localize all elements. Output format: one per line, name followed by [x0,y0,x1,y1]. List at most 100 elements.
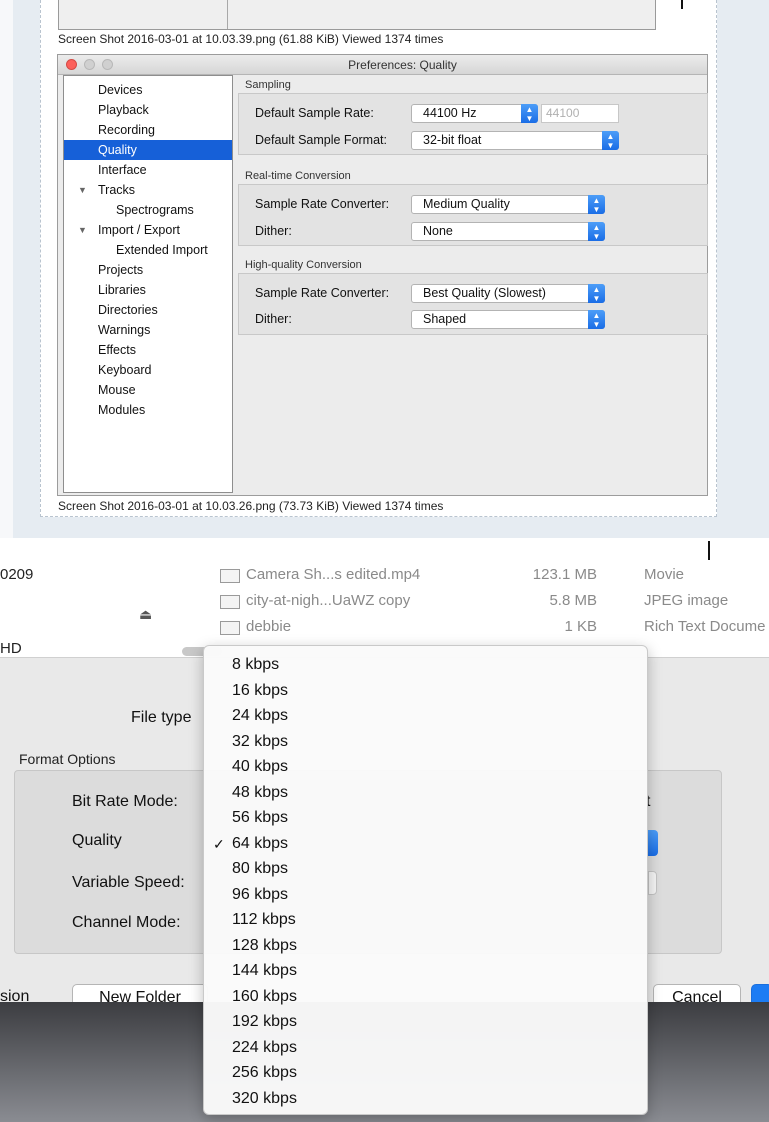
sidebar-hd-label[interactable]: HD [0,640,22,657]
sidebar-item-label: Spectrograms [116,203,194,217]
sidebar-item-devices[interactable]: Devices [64,80,232,100]
sample-rate-field[interactable]: 44100 [541,104,619,123]
file-name[interactable]: Camera Sh...s edited.mp4 [246,566,420,583]
highquality-converter-value: Best Quality (Slowest) [423,286,546,300]
realtime-group-label: Real-time Conversion [245,170,351,182]
sidebar-item-label: Warnings [98,323,151,337]
sidebar-item-effects[interactable]: Effects [64,340,232,360]
menu-item-label: 48 kbps [232,783,289,801]
sidebar-item-modules[interactable]: Modules [64,400,232,420]
menu-item-label: 144 kbps [232,962,297,979]
menu-item-96-kbps[interactable]: 96 kbps [204,883,647,907]
sidebar-item-mouse[interactable]: Mouse [64,380,232,400]
sidebar-item-import-export[interactable]: ▼ Import / Export [64,220,232,240]
menu-item-16-kbps[interactable]: 16 kbps [204,679,647,703]
highquality-dither-select[interactable]: Shaped ▲ ▼ [411,310,605,329]
menu-item-label: 56 kbps [232,809,289,826]
disclosure-triangle-icon[interactable]: ▼ [78,180,87,200]
stepper-icon: ▲ ▼ [588,284,605,303]
menu-item-256-kbps[interactable]: 256 kbps [204,1061,647,1085]
file-kind: Rich Text Docume [644,618,766,635]
default-sample-rate-select[interactable]: 44100 Hz ▲ ▼ [411,104,538,123]
sidebar-item-spectrograms[interactable]: Spectrograms [64,200,232,220]
menu-item-label: 16 kbps [232,681,289,699]
menu-item-label: 320 kbps [232,1089,297,1107]
menu-item-label: 32 kbps [232,732,289,750]
file-size: 1 KB [564,618,597,635]
sidebar-item-tracks[interactable]: ▼ Tracks [64,180,232,200]
sidebar-item-label: Recording [98,123,155,137]
sidebar-item-playback[interactable]: Playback [64,100,232,120]
stepper-icon: ▲ ▼ [588,222,605,241]
menu-item-label: 160 kbps [232,987,297,1005]
sidebar-item-label: Libraries [98,283,146,297]
file-kind: JPEG image [644,592,729,609]
checkmark-icon: ✓ [213,835,225,852]
sidebar-item-keyboard[interactable]: Keyboard [64,360,232,380]
sidebar-item-label: Extended Import [116,243,208,257]
previous-attachment-divider [227,0,228,29]
eject-icon[interactable]: ⏏ [139,606,152,623]
menu-item-112-kbps[interactable]: 112 kbps [204,908,647,932]
sidebar-item-recording[interactable]: Recording [64,120,232,140]
stepper-icon: ▲ ▼ [588,310,605,329]
default-sample-format-select[interactable]: 32-bit float ▲ ▼ [411,131,619,150]
sidebar-item-label: Quality [98,143,137,157]
sidebar-item-directories[interactable]: Directories [64,300,232,320]
highquality-group-label: High-quality Conversion [245,259,362,271]
file-name[interactable]: debbie [246,618,291,635]
bit-rate-popup-menu: 8 kbps 16 kbps 24 kbps 32 kbps 40 kbps 48 kbp… [203,645,648,1115]
realtime-converter-label: Sample Rate Converter: [255,197,390,211]
menu-item-320-kbps[interactable]: 320 kbps [204,1087,647,1111]
sidebar-item-label: Effects [98,343,136,357]
menu-item-label: 96 kbps [232,885,289,903]
menu-item-24-kbps[interactable]: 24 kbps [204,704,647,728]
default-sample-format-value: 32-bit float [423,133,482,147]
menu-item-64-kbps[interactable]: ✓ 64 kbps [204,832,647,856]
menu-item-48-kbps[interactable]: 48 kbps [204,781,647,805]
sidebar-item-quality[interactable]: Quality [64,140,232,160]
image-file-icon [220,595,240,609]
sidebar-item-label: Devices [98,83,143,97]
menu-item-144-kbps[interactable]: 144 kbps [204,959,647,983]
channel-mode-label: Channel Mode: [72,914,181,931]
quality-popup-arrow[interactable] [648,830,658,856]
menu-item-32-kbps[interactable]: 32 kbps [204,730,647,754]
sidebar-item-label: Keyboard [98,363,152,377]
menu-item-label: 128 kbps [232,936,297,954]
menu-item-160-kbps[interactable]: 160 kbps [204,985,647,1009]
menu-item-192-kbps[interactable]: 192 kbps [204,1010,647,1034]
document-file-icon [220,621,240,635]
default-sample-rate-value: 44100 Hz [423,106,477,120]
realtime-converter-select[interactable]: Medium Quality ▲ ▼ [411,195,605,214]
sidebar-item-warnings[interactable]: Warnings [64,320,232,340]
menu-item-label: 64 kbps [232,834,289,852]
window-titlebar: Preferences: Quality [58,55,707,75]
sidebar-item-extended-import[interactable]: Extended Import [64,240,232,260]
menu-item-128-kbps[interactable]: 128 kbps [204,934,647,958]
sidebar-item-interface[interactable]: Interface [64,160,232,180]
bit-rate-mode-label: Bit Rate Mode: [72,793,178,810]
sidebar-item-label: Interface [98,163,147,177]
file-name[interactable]: city-at-nigh...UaWZ copy [246,592,410,609]
attachment-caption-bottom: Screen Shot 2016-03-01 at 10.03.26.png (… [58,499,444,513]
menu-item-label: 24 kbps [232,707,289,724]
menu-item-8-kbps[interactable]: 8 kbps [204,653,647,677]
menu-item-80-kbps[interactable]: 80 kbps [204,857,647,881]
menu-item-label: 256 kbps [232,1064,297,1081]
realtime-dither-select[interactable]: None ▲ ▼ [411,222,605,241]
preferences-category-list: Devices Playback Recording Quality Interface… [63,75,233,493]
realtime-dither-value: None [423,224,453,238]
sidebar-device-label[interactable]: 0209 [0,566,33,583]
disclosure-triangle-icon[interactable]: ▼ [78,220,87,240]
menu-item-56-kbps[interactable]: 56 kbps [204,806,647,830]
menu-item-224-kbps[interactable]: 224 kbps [204,1036,647,1060]
highquality-converter-select[interactable]: Best Quality (Slowest) ▲ ▼ [411,284,605,303]
variable-speed-popup-arrow[interactable] [648,871,657,895]
menu-item-40-kbps[interactable]: 40 kbps [204,755,647,779]
sidebar-item-label: Import / Export [98,223,180,237]
variable-speed-label: Variable Speed: [72,874,185,891]
sidebar-item-projects[interactable]: Projects [64,260,232,280]
sidebar-item-libraries[interactable]: Libraries [64,280,232,300]
highquality-dither-label: Dither: [255,312,292,326]
